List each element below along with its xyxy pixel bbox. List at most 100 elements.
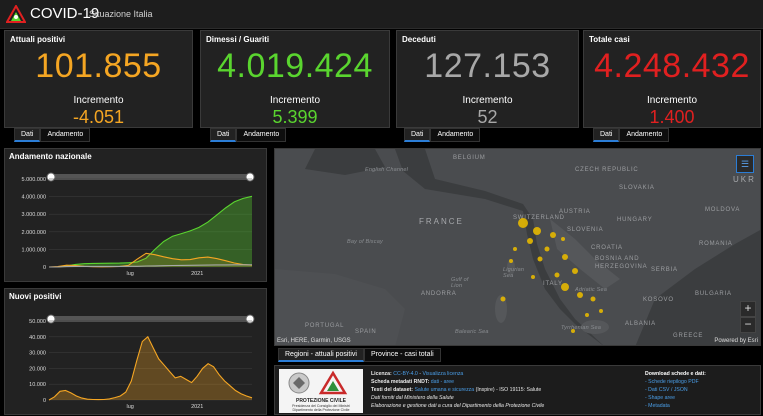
- stat-label: Dimessi / Guariti: [206, 35, 270, 44]
- y-tick-label: 40.000: [29, 335, 46, 341]
- map-view[interactable]: English Channel BELGIUM CZECH REPUBLIC S…: [274, 148, 761, 346]
- stat-deceduti: Deceduti 127.153 Incremento 52: [396, 30, 579, 128]
- metadati-label: Scheda metadati RNDT:: [371, 379, 430, 385]
- testi-rest: (Inspire) - ISO 19115: Salute: [474, 387, 542, 393]
- layers-icon[interactable]: ☰: [736, 155, 754, 173]
- stat-increment-value: 1.400: [649, 107, 695, 127]
- stat-increment-value: 5.399: [272, 107, 318, 127]
- region-bubble: [561, 237, 565, 241]
- stat-increment-label: Incremento: [73, 95, 124, 106]
- region-bubble: [590, 296, 596, 302]
- x-tick-label: lug: [127, 404, 134, 410]
- stat-label: Deceduti: [402, 35, 436, 44]
- x-tick-label: lug: [127, 271, 134, 277]
- licenza-link[interactable]: CC-BY-4.0: [393, 371, 418, 377]
- slider-handle-left: [46, 314, 56, 324]
- y-tick-label: 10.000: [29, 382, 46, 388]
- testi-line: Testi del dataset: Salute umana e sicure…: [371, 387, 541, 393]
- tab-dati[interactable]: Dati: [593, 128, 620, 142]
- region-bubble: [533, 227, 541, 235]
- licenza-line: Licenza: CC-BY-4.0 - Visualizza licenza: [371, 371, 463, 377]
- elaborazione-line: Elaborazione e gestione dati a cura del …: [371, 403, 545, 409]
- header-bar: COVID-19 Situazione Italia: [0, 0, 763, 29]
- y-tick-label: 4.000.000: [22, 195, 46, 201]
- chart-nuovi-positivi: Nuovi positivi 50.000 40.000 30.000 20.000 1…: [4, 288, 267, 415]
- region-bubble: [513, 247, 517, 251]
- stat-tabs: Dati Andamento: [210, 128, 287, 142]
- region-bubble: [561, 283, 569, 291]
- tab-regioni[interactable]: Regioni - attuali positivi: [278, 348, 364, 362]
- stat-value: 101.855: [35, 47, 162, 85]
- protezione-civile-logo: PROTEZIONE CIVILE Presidenza del Consigl…: [279, 369, 363, 413]
- testi-label: Testi del dataset:: [371, 387, 413, 393]
- emblem-icon: [288, 370, 348, 395]
- y-tick-label: 50.000: [29, 319, 46, 325]
- region-bubble: [544, 246, 550, 252]
- map-attribution: Esri, HERE, Garmin, USGS: [277, 338, 351, 344]
- region-bubble: [550, 232, 556, 238]
- stat-label: Totale casi: [589, 35, 630, 44]
- stat-increment-value: 52: [477, 107, 498, 127]
- y-tick-label: 20.000: [29, 366, 46, 372]
- download-link-shape[interactable]: - Shape aree: [645, 395, 675, 401]
- y-tick-label: 0: [43, 265, 46, 271]
- region-bubble: [518, 218, 528, 228]
- tab-andamento[interactable]: Andamento: [619, 128, 670, 142]
- testi-link[interactable]: Salute umana e sicurezza: [414, 387, 474, 393]
- region-bubble: [577, 292, 583, 298]
- stat-dimessi-guariti: Dimessi / Guariti 4.019.424 Incremento 5…: [200, 30, 390, 128]
- region-bubble: [562, 254, 568, 260]
- logo-text: Dipartimento della Protezione Civile: [292, 408, 350, 412]
- stat-tabs: Dati Andamento: [14, 128, 91, 142]
- stat-totale-casi: Totale casi 4.248.432 Incremento 1.400: [583, 30, 761, 128]
- region-bubble: [571, 329, 575, 333]
- download-link-pdf[interactable]: - Schede riepilogo PDF: [645, 379, 699, 385]
- licenza-label: Licenza:: [371, 371, 392, 377]
- download-link-csv[interactable]: - Dati CSV / JSON: [645, 387, 688, 393]
- region-bubble: [572, 268, 578, 274]
- tab-andamento[interactable]: Andamento: [40, 128, 91, 142]
- chart-andamento-nazionale: Andamento nazionale 5.000.000 4.000.000 3.…: [4, 148, 267, 282]
- region-bubble: [585, 313, 589, 317]
- y-tick-label: 1.000.000: [22, 247, 46, 253]
- stat-attuali-positivi: Attuali positivi 101.855 Incremento -4.0…: [4, 30, 193, 128]
- stat-tabs: Dati Andamento: [404, 128, 481, 142]
- y-tick-label: 5.000.000: [22, 177, 46, 183]
- stat-increment-label: Incremento: [462, 95, 513, 106]
- region-bubble: [509, 259, 513, 263]
- zoom-in-button[interactable]: +: [740, 301, 756, 317]
- footer-panel: PROTEZIONE CIVILE Presidenza del Consigl…: [274, 365, 761, 415]
- zoom-out-button[interactable]: −: [740, 317, 756, 333]
- visualizza-licenza-link[interactable]: Visualizza licenza: [422, 371, 463, 377]
- x-tick-label: 2021: [191, 271, 203, 277]
- stat-value: 4.019.424: [217, 47, 373, 85]
- stat-increment-label: Incremento: [269, 95, 321, 106]
- tab-province[interactable]: Province - casi totali: [363, 348, 441, 362]
- tab-andamento[interactable]: Andamento: [430, 128, 481, 142]
- y-tick-label: 0: [43, 398, 46, 404]
- region-bubble: [554, 272, 560, 278]
- tab-andamento[interactable]: Andamento: [236, 128, 287, 142]
- chart-svg: 5.000.000 4.000.000 3.000.000 2.000.000 1.00…: [22, 172, 255, 277]
- region-bubble: [537, 256, 543, 262]
- region-bubble: [531, 275, 535, 279]
- esri-attribution[interactable]: Powered by Esri: [714, 338, 758, 344]
- slider-handle-right: [245, 314, 255, 324]
- region-bubble: [500, 296, 506, 302]
- map-bubbles: [500, 218, 603, 333]
- download-link-metadata[interactable]: - Metadata: [645, 403, 670, 409]
- stat-increment-value: -4.051: [72, 107, 125, 127]
- slider-handle-left: [46, 172, 56, 182]
- tab-dati[interactable]: Dati: [210, 128, 237, 142]
- tab-dati[interactable]: Dati: [404, 128, 431, 142]
- fonte-line: Dati forniti dal Ministero della Salute: [371, 395, 454, 401]
- stat-label: Attuali positivi: [10, 35, 66, 44]
- x-tick-label: 2021: [191, 404, 203, 410]
- metadati-line: Scheda metadati RNDT: dati - aree: [371, 379, 454, 385]
- y-tick-label: 2.000.000: [22, 230, 46, 236]
- tab-dati[interactable]: Dati: [14, 128, 41, 142]
- y-tick-label: 3.000.000: [22, 212, 46, 218]
- app-subtitle: Situazione Italia: [89, 9, 153, 19]
- metadati-link[interactable]: dati - aree: [431, 379, 454, 385]
- region-bubble: [599, 309, 603, 313]
